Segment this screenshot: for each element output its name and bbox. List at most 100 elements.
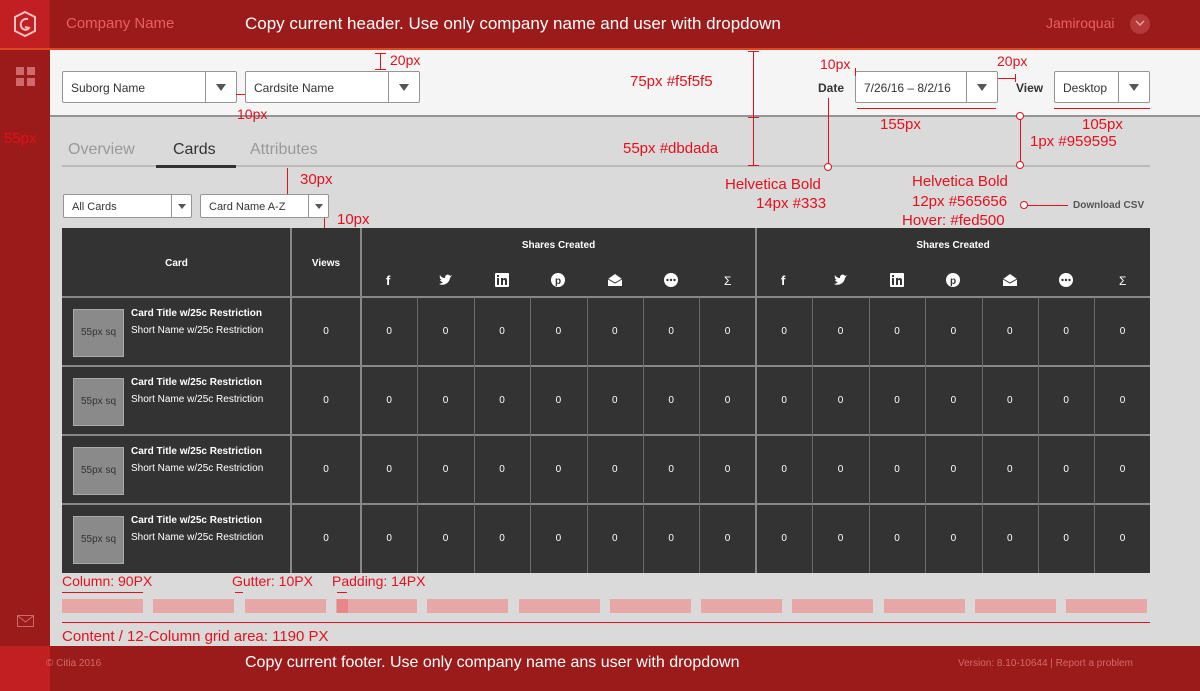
grid-column xyxy=(701,599,783,613)
shares-value: 0 xyxy=(442,395,449,406)
shares-value: 0 xyxy=(950,395,957,406)
grid-column xyxy=(62,599,143,613)
shares-value: 0 xyxy=(499,395,505,406)
more-icon xyxy=(664,273,679,287)
shares-value: 0 xyxy=(612,533,618,544)
logo[interactable] xyxy=(0,0,50,48)
shares-value: 0 xyxy=(1063,395,1069,406)
dashboard-grid-icon[interactable] xyxy=(16,67,35,86)
shares-value: 0 xyxy=(442,326,449,337)
suborg-select[interactable]: Suborg Name xyxy=(62,71,237,103)
shares-value: 0 xyxy=(837,464,844,475)
view-select[interactable]: Desktop xyxy=(1054,71,1150,103)
annotation-padding: Padding: 14PX xyxy=(332,573,426,589)
sort-select[interactable]: Card Name A-Z xyxy=(200,194,329,218)
card-short-name: Short Name w/25c Restriction xyxy=(131,463,264,474)
twitter-icon xyxy=(833,274,847,285)
user-name[interactable]: Jamiroquai xyxy=(1046,15,1114,31)
shares-value: 0 xyxy=(668,533,674,544)
tab-cards[interactable]: Cards xyxy=(173,141,216,159)
shares-value: 0 xyxy=(442,464,449,475)
column-divider xyxy=(925,297,927,573)
date-range-select[interactable]: 7/26/16 – 8/2/16 xyxy=(855,71,998,103)
shares-value: 0 xyxy=(781,464,787,475)
email-open-icon xyxy=(607,274,623,286)
shares-value: 0 xyxy=(612,395,618,406)
chevron-down-icon xyxy=(308,195,328,217)
header-note: Copy current header. Use only company na… xyxy=(245,14,781,33)
active-tab-indicator xyxy=(156,165,236,168)
shares-value: 0 xyxy=(724,533,731,544)
more-icon xyxy=(1059,273,1074,287)
column-divider xyxy=(699,297,701,573)
shares-value: 0 xyxy=(781,326,787,337)
annotation-column: Column: 90PX xyxy=(62,573,153,589)
grid-column xyxy=(153,599,235,613)
shares-value: 0 xyxy=(668,326,674,337)
chevron-down-icon xyxy=(1135,20,1145,27)
annotation-hover: Hover: #fed500 xyxy=(902,212,1005,229)
shares-value: 0 xyxy=(1007,326,1013,337)
annotation-105px: 105px xyxy=(1082,116,1123,133)
shares-value: 0 xyxy=(781,395,787,406)
shares-value: 0 xyxy=(1007,533,1013,544)
column-divider xyxy=(868,297,870,573)
column-divider xyxy=(1094,297,1096,573)
column-divider xyxy=(417,297,419,573)
card-thumbnail: 55px sq xyxy=(73,309,124,357)
svg-text:Σ: Σ xyxy=(1119,274,1126,288)
annotation-10px-c: 10px xyxy=(337,211,370,228)
shares-value: 0 xyxy=(724,464,731,475)
card-title[interactable]: Card Title w/25c Restriction xyxy=(131,377,262,388)
shares-value: 0 xyxy=(724,326,731,337)
shares-value: 0 xyxy=(950,533,957,544)
annotation-20px: 20px xyxy=(390,52,421,68)
mail-icon[interactable] xyxy=(17,615,34,627)
company-name[interactable]: Company Name xyxy=(66,15,174,32)
date-range-value: 7/26/16 – 8/2/16 xyxy=(864,81,951,95)
shares-value: 0 xyxy=(555,533,562,544)
pinterest-icon: p xyxy=(551,273,566,287)
shares-value: 0 xyxy=(555,395,562,406)
grid-column xyxy=(975,599,1056,613)
grid-column xyxy=(335,599,417,613)
annotation-75px: 75px #f5f5f5 xyxy=(630,73,713,90)
column-group-shares-created: Shares Created xyxy=(521,240,596,251)
user-dropdown-button[interactable] xyxy=(1130,14,1150,34)
cardsite-select[interactable]: Cardsite Name xyxy=(245,71,420,103)
grid-column xyxy=(883,599,965,613)
views-value: 0 xyxy=(323,533,329,544)
footer-accent xyxy=(0,646,50,691)
date-label: Date xyxy=(818,81,845,95)
annotation-10px-b: 10px xyxy=(820,56,851,72)
sum-icon: Σ xyxy=(724,274,731,288)
shares-value: 0 xyxy=(499,464,505,475)
shares-value: 0 xyxy=(950,464,957,475)
card-title[interactable]: Card Title w/25c Restriction xyxy=(131,308,262,319)
svg-text:f: f xyxy=(781,273,786,288)
tab-overview[interactable]: Overview xyxy=(68,141,135,159)
twitter-icon xyxy=(438,274,452,285)
column-divider xyxy=(473,297,475,573)
annotation-10px-a: 10px xyxy=(237,106,268,122)
version-report-link[interactable]: Version: 8.10-10644 | Report a problem xyxy=(958,658,1133,669)
suborg-select-value: Suborg Name xyxy=(71,81,146,95)
copyright: © Citia 2016 xyxy=(46,658,102,669)
shares-value: 0 xyxy=(894,395,900,406)
card-thumbnail: 55px sq xyxy=(73,378,124,426)
card-short-name: Short Name w/25c Restriction xyxy=(131,532,264,543)
column-divider xyxy=(643,297,644,573)
facebook-icon: f xyxy=(386,273,391,288)
card-title[interactable]: Card Title w/25c Restriction xyxy=(131,446,262,457)
shares-value: 0 xyxy=(668,464,674,475)
card-filter-select[interactable]: All Cards xyxy=(63,194,192,218)
card-title[interactable]: Card Title w/25c Restriction xyxy=(131,515,262,526)
download-csv-link[interactable]: Download CSV xyxy=(1073,200,1144,211)
facebook-icon: f xyxy=(781,273,786,288)
shares-value: 0 xyxy=(499,326,505,337)
row-divider xyxy=(62,503,1150,505)
grid-column xyxy=(427,599,509,613)
annotation-20px-b: 20px xyxy=(997,53,1028,69)
sum-icon: Σ xyxy=(1119,274,1126,288)
tab-attributes[interactable]: Attributes xyxy=(250,141,318,159)
